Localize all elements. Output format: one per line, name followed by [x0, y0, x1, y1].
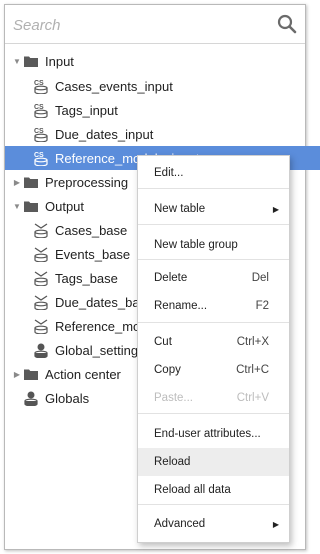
menu-item-reload-all-data[interactable]: Reload all data	[138, 476, 289, 504]
expand-caret-icon[interactable]: ▼	[11, 49, 23, 73]
menu-item-shortcut: Del	[251, 272, 269, 284]
menu-item-delete[interactable]: Delete Del	[138, 264, 289, 292]
menu-item-label: Reload all data	[154, 484, 231, 496]
tree-item-label: Tags_base	[55, 270, 118, 286]
submenu-arrow-icon: ▶	[272, 519, 279, 529]
context-menu: Edit... New table ▶ New table group Delete De…	[137, 155, 290, 543]
menu-item-new-table[interactable]: New table ▶	[138, 195, 289, 223]
menu-separator	[138, 413, 289, 414]
menu-item-label: Edit...	[154, 167, 184, 179]
menu-item-shortcut: F2	[255, 300, 269, 312]
folder-icon	[23, 198, 39, 214]
menu-item-label: New table group	[154, 239, 238, 251]
tree-item-label: Globals	[45, 390, 90, 406]
search-bar	[5, 5, 305, 44]
tree-item-label: Global_settings	[55, 342, 145, 358]
menu-item-label: Paste...	[154, 392, 193, 404]
tree-item[interactable]: CS Tags_input	[5, 98, 320, 122]
menu-item-cut[interactable]: Cut Ctrl+X	[138, 328, 289, 356]
tree-item-label: Action center	[45, 366, 121, 382]
menu-separator	[138, 188, 289, 189]
menu-item-label: Cut	[154, 336, 172, 348]
menu-separator	[138, 504, 289, 505]
menu-item-shortcut: Ctrl+X	[236, 336, 269, 348]
base-table-icon	[33, 222, 49, 238]
tree-item-label: Preprocessing	[45, 174, 129, 190]
collapse-caret-icon[interactable]: ▶	[11, 170, 23, 194]
folder-icon	[23, 174, 39, 190]
tree-item-label: Output	[45, 198, 85, 214]
menu-item-label: New table	[154, 203, 206, 215]
tree-item-label: Due_dates_input	[55, 126, 154, 142]
tree-item-label: Input	[45, 53, 74, 69]
menu-item-paste[interactable]: Paste... Ctrl+V	[138, 384, 289, 412]
tree-item[interactable]: CS Due_dates_input	[5, 122, 320, 146]
expand-caret-icon[interactable]: ▼	[11, 194, 23, 218]
base-table-icon	[33, 246, 49, 262]
globals-icon	[23, 390, 39, 406]
tree-item[interactable]: ▼ Input	[5, 49, 311, 73]
base-table-icon	[33, 318, 49, 334]
menu-item-end-user-attributes[interactable]: End-user attributes...	[138, 420, 289, 448]
base-table-icon	[33, 270, 49, 286]
menu-separator	[138, 224, 289, 225]
tree-item-label: Events_base	[55, 246, 131, 262]
menu-separator	[138, 322, 289, 323]
folder-icon	[23, 366, 39, 382]
tree-item-label: Cases_events_input	[55, 78, 173, 94]
cs-table-icon: CS	[33, 150, 49, 166]
global-settings-icon	[33, 342, 49, 358]
menu-item-shortcut: Ctrl+V	[236, 392, 269, 404]
menu-item-new-table-group[interactable]: New table group	[138, 231, 289, 259]
menu-item-reload[interactable]: Reload	[138, 448, 289, 476]
caret-spacer	[11, 386, 23, 410]
search-input[interactable]	[11, 11, 265, 39]
tree-item-label: Tags_input	[55, 102, 118, 118]
menu-item-copy[interactable]: Copy Ctrl+C	[138, 356, 289, 384]
menu-item-label: Advanced	[154, 518, 206, 530]
menu-item-advanced[interactable]: Advanced ▶	[138, 510, 289, 538]
cs-table-icon: CS	[33, 102, 49, 118]
menu-item-label: End-user attributes...	[154, 428, 261, 440]
submenu-arrow-icon: ▶	[272, 204, 279, 214]
cs-table-icon: CS	[33, 126, 49, 142]
menu-item-label: Copy	[154, 364, 181, 376]
tree-item[interactable]: CS Cases_events_input	[5, 74, 320, 98]
menu-item-label: Delete	[154, 272, 188, 284]
base-table-icon	[33, 294, 49, 310]
menu-item-edit[interactable]: Edit...	[138, 159, 289, 187]
menu-item-shortcut: Ctrl+C	[236, 364, 269, 376]
collapse-caret-icon[interactable]: ▶	[11, 362, 23, 386]
folder-icon	[23, 53, 39, 69]
tree-item-label: Cases_base	[55, 222, 128, 238]
search-icon[interactable]	[277, 14, 297, 34]
menu-item-rename[interactable]: Rename... F2	[138, 292, 289, 320]
menu-item-label: Rename...	[154, 300, 208, 312]
cs-table-icon: CS	[33, 78, 49, 94]
menu-separator	[138, 259, 289, 260]
menu-item-label: Reload	[154, 456, 191, 468]
